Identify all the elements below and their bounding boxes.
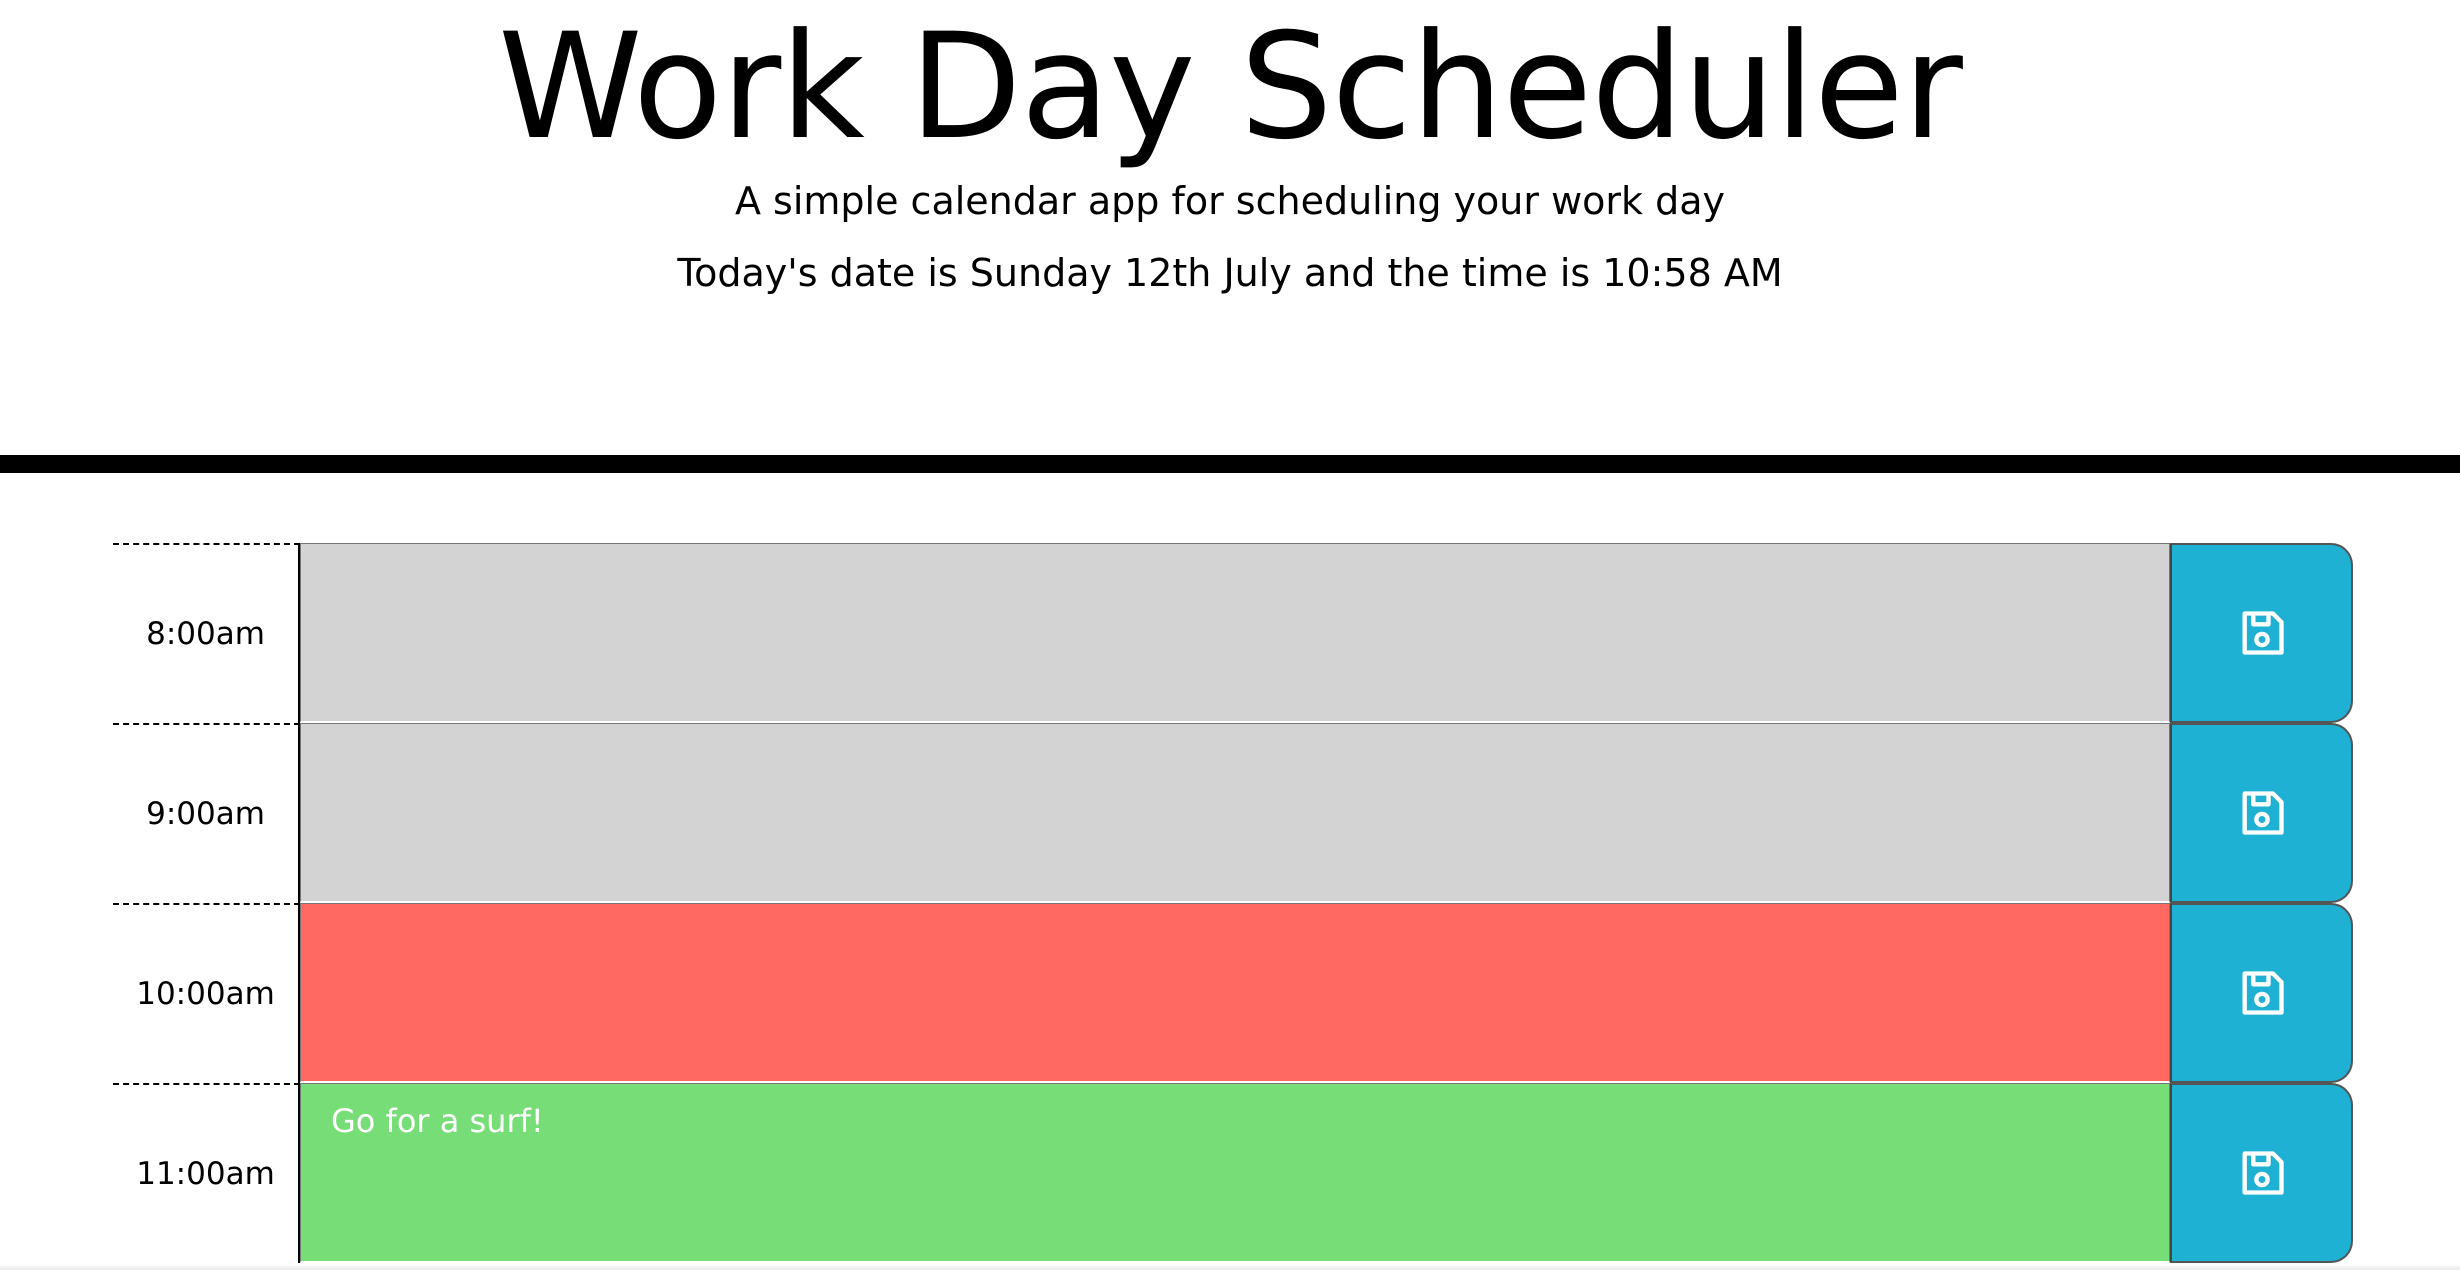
timeblock-list: 8:00am 9:00am 10:00am 11:00am Go for a s…: [113, 543, 2353, 1263]
hour-label: 8:00am: [113, 543, 300, 723]
save-icon: [2236, 967, 2288, 1019]
header-divider: [0, 455, 2460, 473]
timeblock-row: 8:00am: [113, 543, 2353, 723]
save-icon: [2236, 787, 2288, 839]
timeblock-description[interactable]: [300, 903, 2170, 1083]
timeblock-description[interactable]: [300, 723, 2170, 903]
save-button[interactable]: [2170, 903, 2353, 1083]
timeblock-row: 11:00am Go for a surf!: [113, 1083, 2353, 1263]
save-button[interactable]: [2170, 543, 2353, 723]
bottom-edge-shadow: [0, 1264, 2460, 1270]
save-button[interactable]: [2170, 723, 2353, 903]
timeblock-row: 10:00am: [113, 903, 2353, 1083]
timeblock-description[interactable]: Go for a surf!: [300, 1083, 2170, 1263]
save-icon: [2236, 607, 2288, 659]
hour-label: 9:00am: [113, 723, 300, 903]
timeblock-row: 9:00am: [113, 723, 2353, 903]
page-title: Work Day Scheduler: [498, 2, 1963, 172]
save-button[interactable]: [2170, 1083, 2353, 1263]
scheduler-page: Work Day Scheduler A simple calendar app…: [0, 0, 2460, 1270]
page-subtitle: A simple calendar app for scheduling you…: [734, 179, 1726, 223]
save-icon: [2236, 1147, 2288, 1199]
hour-label: 11:00am: [113, 1083, 300, 1263]
timeblock-description[interactable]: [300, 543, 2170, 723]
hour-label: 10:00am: [113, 903, 300, 1083]
current-date-time: Today's date is Sunday 12th July and the…: [677, 251, 1783, 295]
header: Work Day Scheduler A simple calendar app…: [0, 0, 2460, 455]
